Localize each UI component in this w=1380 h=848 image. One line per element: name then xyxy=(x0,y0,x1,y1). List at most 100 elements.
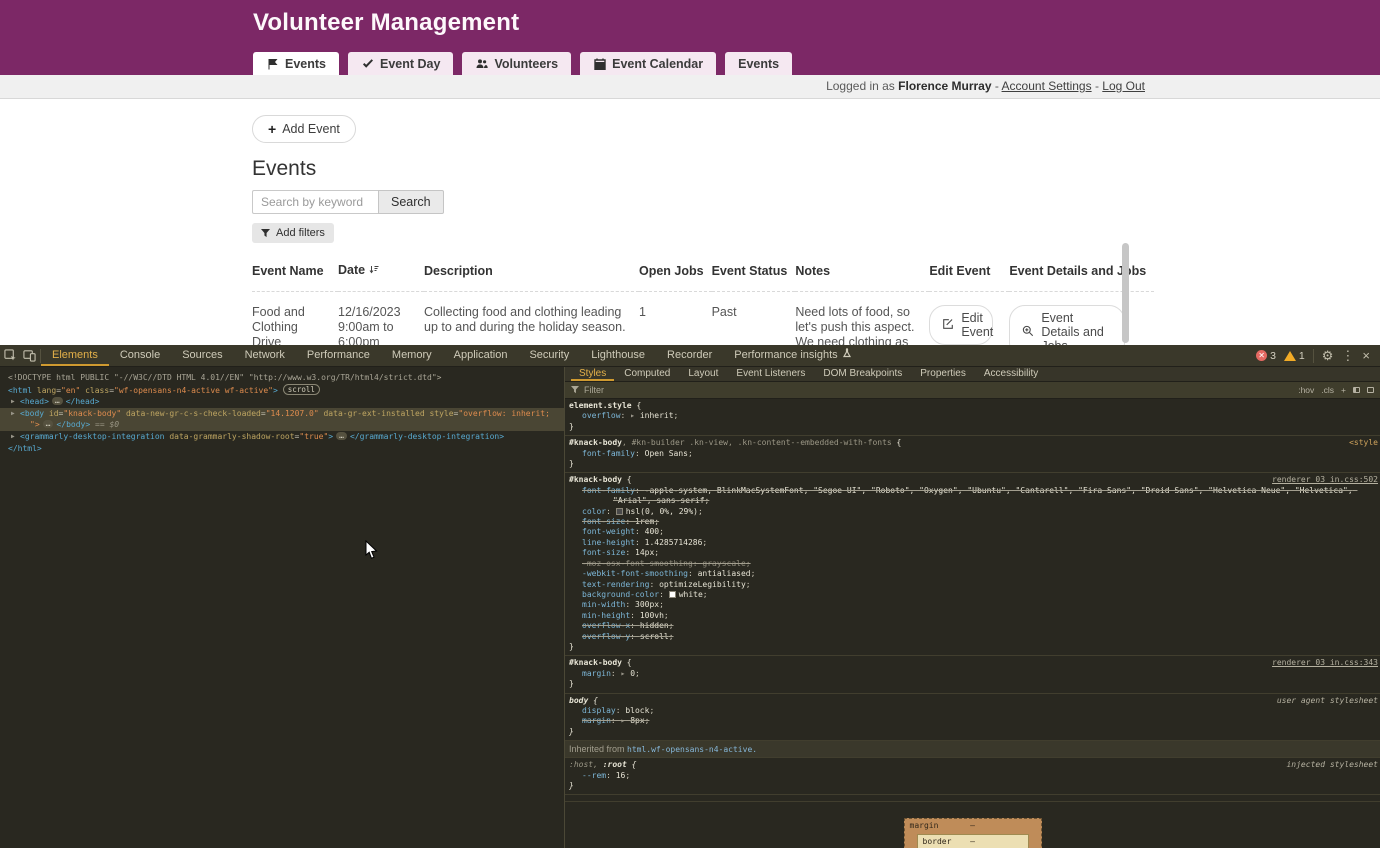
dom-tree-node[interactable]: <html lang="en" class="wf-opensans-n4-ac… xyxy=(0,384,564,397)
sidebar-tab-event-listeners[interactable]: Event Listeners xyxy=(728,367,813,381)
style-rule[interactable]: injected stylesheet:host, :root {--rem: … xyxy=(565,758,1380,795)
style-rule[interactable]: renderer_03_in.css:343#knack-body {margi… xyxy=(565,656,1380,693)
expand-arrow-icon[interactable]: ▶ xyxy=(11,396,20,408)
css-declaration[interactable]: background-color: white; xyxy=(569,590,1376,600)
console-errors-badge[interactable]: ✕ 3 xyxy=(1256,350,1276,362)
column-header-date[interactable]: Date xyxy=(338,251,424,292)
sidebar-tab-accessibility[interactable]: Accessibility xyxy=(976,367,1046,381)
search-input[interactable] xyxy=(252,190,378,214)
css-declaration[interactable]: overflow-x: hidden; xyxy=(569,621,1376,631)
settings-gear-icon[interactable]: ⚙ xyxy=(1322,349,1334,362)
css-declaration[interactable]: font-size: 1rem; xyxy=(569,517,1376,527)
app-tab-volunteers[interactable]: Volunteers xyxy=(462,52,571,75)
css-declaration[interactable]: --rem: 16; xyxy=(569,771,1376,781)
css-declaration[interactable]: text-rendering: optimizeLegibility; xyxy=(569,580,1376,590)
style-rule[interactable]: element.style {overflow: ▸ inherit;} xyxy=(565,399,1380,436)
kebab-menu-icon[interactable]: ⋮ xyxy=(1341,349,1354,362)
column-header-event-details-and-jobs[interactable]: Event Details and Jobs xyxy=(1009,251,1154,292)
css-declaration[interactable]: font-family: -apple-system, BlinkMacSyst… xyxy=(569,486,1376,507)
app-tab-events[interactable]: Events xyxy=(725,52,792,75)
column-header-event-name[interactable]: Event Name xyxy=(252,251,338,292)
dom-tree-node[interactable]: ▶<body id="knack-body" data-new-gr-c-s-c… xyxy=(0,408,564,420)
inspect-element-icon[interactable] xyxy=(4,349,17,362)
table-vertical-scrollbar[interactable] xyxy=(1122,243,1129,343)
expand-children-button[interactable]: … xyxy=(336,432,347,440)
style-rule[interactable]: renderer_03_in.css:502#knack-body {font-… xyxy=(565,473,1380,656)
filter-label[interactable]: Filter xyxy=(584,385,604,395)
devtools-tab-console[interactable]: Console xyxy=(109,345,171,366)
css-declaration[interactable]: margin: ▸ 8px; xyxy=(569,716,1376,726)
css-declaration[interactable]: color: hsl(0, 0%, 29%); xyxy=(569,507,1376,517)
app-tab-events[interactable]: Events xyxy=(253,52,339,75)
sort-icon[interactable] xyxy=(369,264,379,278)
app-tab-event-calendar[interactable]: Event Calendar xyxy=(580,52,716,75)
devtools-tab-security[interactable]: Security xyxy=(518,345,580,366)
stylesheet-source-link[interactable]: renderer_03_in.css:343 xyxy=(1272,658,1378,668)
column-header-notes[interactable]: Notes xyxy=(795,251,929,292)
css-declaration[interactable]: -moz-osx-font-smoothing: grayscale; xyxy=(569,559,1376,569)
css-declaration[interactable]: overflow-y: scroll; xyxy=(569,632,1376,642)
devtools-tab-memory[interactable]: Memory xyxy=(381,345,443,366)
css-declaration[interactable]: min-height: 100vh; xyxy=(569,611,1376,621)
color-swatch[interactable] xyxy=(616,508,623,515)
rendering-emulation-icon[interactable] xyxy=(1353,387,1360,393)
column-header-open-jobs[interactable]: Open Jobs xyxy=(639,251,712,292)
css-declaration[interactable]: display: block; xyxy=(569,706,1376,716)
css-declaration[interactable]: overflow: ▸ inherit; xyxy=(569,411,1376,421)
dom-tree-node[interactable]: ▶<head>…</head> xyxy=(0,396,564,408)
scroll-badge[interactable]: scroll xyxy=(283,384,320,395)
css-declaration[interactable]: min-width: 300px; xyxy=(569,600,1376,610)
devtools-tab-performance[interactable]: Performance xyxy=(296,345,381,366)
device-toolbar-icon[interactable] xyxy=(23,349,36,362)
search-button[interactable]: Search xyxy=(378,190,444,214)
stylesheet-source-link[interactable]: <style xyxy=(1349,438,1378,448)
column-header-edit-event[interactable]: Edit Event xyxy=(929,251,1009,292)
devtools-tab-sources[interactable]: Sources xyxy=(171,345,233,366)
style-rule[interactable]: user agent stylesheetbody {display: bloc… xyxy=(565,694,1380,742)
devtools-tab-network[interactable]: Network xyxy=(234,345,296,366)
css-declaration[interactable]: font-family: Open Sans; xyxy=(569,449,1376,459)
color-swatch[interactable] xyxy=(669,591,676,598)
edit-event-button[interactable]: Edit Event xyxy=(929,305,993,345)
dom-tree-node[interactable]: <!DOCTYPE html PUBLIC "-//W3C//DTD HTML … xyxy=(0,372,564,384)
stylesheet-source-link[interactable]: injected stylesheet xyxy=(1286,760,1378,770)
devtools-tab-lighthouse[interactable]: Lighthouse xyxy=(580,345,656,366)
css-declaration[interactable]: font-size: 14px; xyxy=(569,548,1376,558)
dom-tree-node[interactable]: ">…</body> == $0 xyxy=(0,419,564,431)
new-style-rule-button[interactable]: + xyxy=(1341,385,1346,395)
app-tab-event-day[interactable]: Event Day xyxy=(348,52,453,75)
sidebar-tab-layout[interactable]: Layout xyxy=(680,367,726,381)
close-devtools-icon[interactable]: × xyxy=(1362,349,1370,362)
stylesheet-source-link[interactable]: user agent stylesheet xyxy=(1277,696,1378,706)
account-settings-link[interactable]: Account Settings xyxy=(1002,79,1092,93)
add-filters-button[interactable]: Add filters xyxy=(252,223,334,243)
style-rule[interactable]: <style#knack-body, #kn-builder .kn-view,… xyxy=(565,436,1380,473)
dom-tree-node[interactable]: ▶<grammarly-desktop-integration data-gra… xyxy=(0,431,564,443)
toggle-classes-button[interactable]: .cls xyxy=(1321,385,1334,395)
sidebar-tab-dom-breakpoints[interactable]: DOM Breakpoints xyxy=(815,367,910,381)
box-model-diagram[interactable]: margin–border– xyxy=(565,801,1380,848)
log-out-link[interactable]: Log Out xyxy=(1102,79,1145,93)
toggle-hover-state-button[interactable]: :hov xyxy=(1298,385,1314,395)
devtools-tab-application[interactable]: Application xyxy=(443,345,519,366)
expand-children-button[interactable]: … xyxy=(43,420,54,428)
add-event-button[interactable]: + Add Event xyxy=(252,115,356,143)
sidebar-tab-properties[interactable]: Properties xyxy=(912,367,974,381)
expand-arrow-icon[interactable]: ▶ xyxy=(11,408,20,420)
expand-children-button[interactable]: … xyxy=(52,397,63,405)
css-declaration[interactable]: font-weight: 400; xyxy=(569,527,1376,537)
devtools-tab-elements[interactable]: Elements xyxy=(41,345,109,366)
sidebar-tab-computed[interactable]: Computed xyxy=(616,367,678,381)
dom-tree-node[interactable]: </html> xyxy=(0,443,564,455)
css-declaration[interactable]: margin: ▸ 0; xyxy=(569,669,1376,679)
console-warnings-badge[interactable]: 1 xyxy=(1284,350,1305,362)
devtools-tab-recorder[interactable]: Recorder xyxy=(656,345,723,366)
expand-arrow-icon[interactable]: ▶ xyxy=(11,431,20,443)
devtools-tab-performance-insights[interactable]: Performance insights xyxy=(723,345,862,366)
sidebar-tab-styles[interactable]: Styles xyxy=(571,367,614,381)
computed-sidebar-icon[interactable] xyxy=(1367,387,1374,393)
css-declaration[interactable]: -webkit-font-smoothing: antialiased; xyxy=(569,569,1376,579)
css-declaration[interactable]: line-height: 1.4285714286; xyxy=(569,538,1376,548)
inherited-node-link[interactable]: html.wf-opensans-n4-active. xyxy=(627,745,757,754)
column-header-description[interactable]: Description xyxy=(424,251,639,292)
